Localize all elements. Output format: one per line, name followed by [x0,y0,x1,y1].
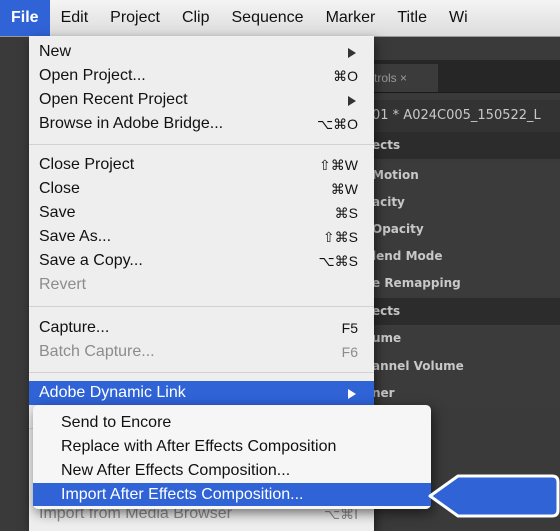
file-menu-item-open-recent-project[interactable]: Open Recent Project [29,88,374,112]
callout-arrow-icon [428,474,560,518]
menu-item-shortcut: ⇧⌘S [322,229,358,245]
menu-item-label: Save a Copy... [39,252,143,269]
menubar-item-project[interactable]: Project [99,0,171,36]
submenu-item-send-to-encore[interactable]: Send to Encore [33,411,431,434]
effect-controls-clip-name: 01 * A024C005_150522_L [372,100,560,132]
menu-item-label: Close [39,180,80,197]
menu-separator [29,306,374,307]
menubar-item-title[interactable]: Title [386,0,438,36]
effect-controls-row: annel Volume [372,353,560,380]
menu-item-shortcut: ⌥⌘S [318,253,358,269]
menu-item-label: Open Recent Project [39,91,188,108]
menu-item-shortcut: ⌘S [334,205,358,221]
effect-controls-row: ume [372,325,560,352]
submenu-item-replace-with-after-effects-composition[interactable]: Replace with After Effects Composition [33,435,431,458]
effect-controls-row: e Remapping [372,270,560,297]
effect-controls-tab[interactable]: trols × [372,64,438,92]
menu-separator [29,372,374,373]
file-menu-item-revert: Revert [29,273,374,297]
effect-controls-row: ner [372,380,560,407]
submenu-item-label: New After Effects Composition... [61,462,291,479]
menu-bar: File Edit Project Clip Sequence Marker Title Wi [0,0,560,37]
effect-controls-row: Motion [372,162,560,189]
menu-item-shortcut: ⌘O [333,68,358,84]
file-menu-item-batch-capture: Batch Capture... F6 [29,340,374,364]
file-menu-item-adobe-dynamic-link[interactable]: Adobe Dynamic Link [29,381,374,405]
menu-separator [29,144,374,145]
menu-item-label: Open Project... [39,67,146,84]
menu-item-shortcut: F6 [341,344,358,360]
submenu-arrow-icon [348,96,356,106]
menubar-item-file[interactable]: File [0,0,50,36]
menu-item-label: Save As... [39,228,112,245]
effect-controls-row: acity [372,189,560,216]
menubar-item-edit[interactable]: Edit [50,0,100,36]
menu-item-label: Revert [39,276,87,293]
menu-item-label: Adobe Dynamic Link [39,384,186,401]
file-menu-item-browse-in-adobe-bridge[interactable]: Browse in Adobe Bridge... ⌥⌘O [29,112,374,136]
menubar-item-sequence[interactable]: Sequence [221,0,315,36]
submenu-arrow-icon [348,389,356,399]
file-menu-item-close[interactable]: Close ⌘W [29,177,374,201]
menubar-item-marker[interactable]: Marker [315,0,387,36]
menu-item-shortcut: F5 [341,320,358,336]
effect-controls-row: Opacity [372,216,560,243]
submenu-item-new-after-effects-composition[interactable]: New After Effects Composition... [33,459,431,482]
effect-controls-row: ects [372,132,560,159]
effect-controls-row: lend Mode [372,243,560,270]
menu-item-label: Batch Capture... [39,343,155,360]
file-menu-item-capture[interactable]: Capture... F5 [29,316,374,340]
file-menu-item-save[interactable]: Save ⌘S [29,201,374,225]
effect-controls-tabbar: trols × [372,60,560,93]
menu-item-shortcut: ⌘W [330,181,358,197]
file-menu-item-open-project[interactable]: Open Project... ⌘O [29,64,374,88]
menu-item-label: Browse in Adobe Bridge... [39,115,224,132]
submenu-item-label: Replace with After Effects Composition [61,438,337,455]
menu-item-shortcut: ⇧⌘W [319,157,358,173]
submenu-arrow-icon [348,48,356,58]
menu-item-shortcut: ⌥⌘O [316,116,358,132]
dynamic-link-submenu: Send to Encore Replace with After Effects… [33,405,431,509]
menubar-item-wi[interactable]: Wi [438,0,479,36]
file-menu-item-save-as[interactable]: Save As... ⇧⌘S [29,225,374,249]
file-menu-item-save-a-copy[interactable]: Save a Copy... ⌥⌘S [29,249,374,273]
menu-item-label: Capture... [39,319,110,336]
submenu-item-label: Import After Effects Composition... [61,486,304,503]
menu-item-label: Save [39,204,76,221]
submenu-item-import-after-effects-composition[interactable]: Import After Effects Composition... [33,483,431,506]
submenu-item-label: Send to Encore [61,414,172,431]
file-menu-item-close-project[interactable]: Close Project ⇧⌘W [29,153,374,177]
file-menu-item-new[interactable]: New [29,40,374,64]
effect-controls-row: ects [372,298,560,325]
menubar-item-clip[interactable]: Clip [171,0,221,36]
menu-item-label: New [39,43,72,60]
menu-item-label: Close Project [39,156,135,173]
